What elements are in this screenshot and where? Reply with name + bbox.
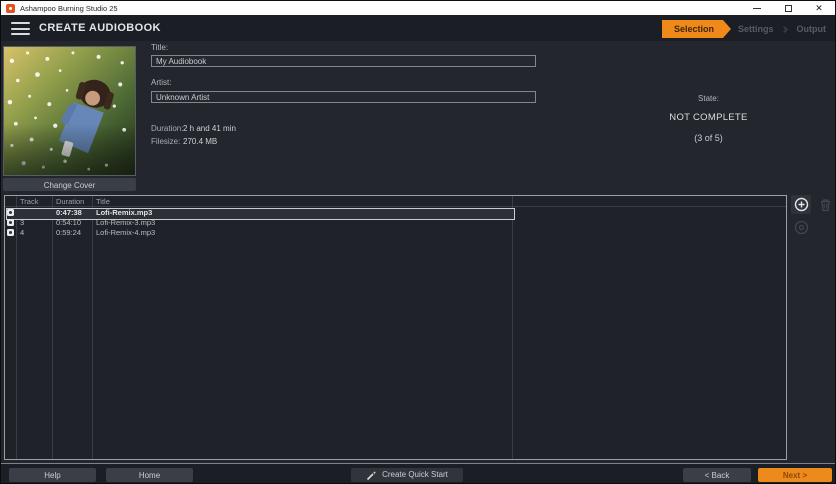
duration-label: Duration: — [151, 124, 184, 133]
column-header-title[interactable]: Title — [96, 197, 110, 206]
chevron-right-icon — [780, 25, 788, 33]
create-quick-start-button[interactable]: Create Quick Start — [351, 468, 463, 482]
state-progress: (3 of 5) — [694, 133, 723, 143]
state-label: State: — [698, 94, 719, 103]
header-bar: CREATE AUDIOBOOK Selection Settings Output — [1, 15, 835, 41]
add-track-button[interactable] — [791, 195, 811, 214]
close-button[interactable]: ✕ — [812, 2, 826, 14]
create-quick-start-label: Create Quick Start — [382, 470, 448, 479]
table-header: Track Duration Title — [5, 196, 786, 207]
breadcrumb: Selection Settings Output — [662, 20, 833, 38]
change-cover-button[interactable]: Change Cover — [3, 178, 136, 191]
footer-bar: Help Home Create Quick Start < Back Next… — [1, 463, 835, 483]
filesize-label: Filesize: — [151, 137, 181, 146]
quick-start-wand-icon — [367, 470, 377, 480]
state-panel: State: NOT COMPLETE (3 of 5) — [621, 94, 796, 143]
maximize-button[interactable] — [781, 2, 795, 14]
duration-cell: 0:54:10 — [56, 218, 82, 227]
title-cell: Lofi-Remix-3.mp3 — [96, 218, 156, 227]
artist-label: Artist: — [151, 78, 172, 87]
next-button[interactable]: Next > — [758, 468, 832, 482]
plus-circle-icon — [794, 197, 808, 212]
step-settings[interactable]: Settings — [731, 20, 781, 38]
column-header-track[interactable]: Track — [20, 197, 38, 206]
duration-cell: 0:47:38 — [56, 208, 82, 217]
track-number-cell: 4 — [20, 228, 25, 237]
column-header-duration[interactable]: Duration — [56, 197, 84, 206]
step-selection[interactable]: Selection — [662, 20, 731, 38]
help-button[interactable]: Help — [9, 468, 96, 482]
disc-icon — [794, 220, 808, 235]
titlebar: Ashampoo Burning Studio 25 ✕ — [1, 1, 835, 15]
page-title: CREATE AUDIOBOOK — [39, 22, 161, 34]
trash-icon — [821, 198, 830, 211]
window-controls: ✕ — [750, 2, 826, 14]
window-title: Ashampoo Burning Studio 25 — [20, 3, 118, 13]
table-row[interactable]: 0:47:38 Lofi-Remix.mp3 — [5, 208, 786, 220]
audio-file-icon — [7, 229, 14, 236]
title-input[interactable] — [151, 55, 536, 67]
step-output[interactable]: Output — [790, 20, 834, 38]
minimize-button[interactable] — [750, 2, 764, 14]
cover-image — [3, 46, 136, 176]
table-row[interactable]: 4 0:59:24 Lofi-Remix-4.mp3 — [5, 228, 786, 238]
table-rows: 0:47:38 Lofi-Remix.mp3 3 0:54:10 Lofi-Remix-… — [5, 208, 786, 238]
remove-track-button[interactable] — [816, 195, 835, 214]
artist-input[interactable] — [151, 91, 536, 103]
table-row[interactable]: 3 0:54:10 Lofi-Remix-3.mp3 — [5, 218, 786, 228]
duration-cell: 0:59:24 — [56, 228, 82, 237]
cover-panel: Change Cover — [3, 46, 136, 191]
app-logo-icon — [6, 3, 15, 13]
app-window: Ashampoo Burning Studio 25 ✕ CREATE AUDI… — [0, 0, 836, 484]
state-value: NOT COMPLETE — [669, 112, 748, 123]
duration-value: 2 h and 41 min — [183, 124, 236, 133]
title-cell: Lofi-Remix-4.mp3 — [96, 228, 156, 237]
title-label: Title: — [151, 43, 169, 52]
menu-icon[interactable] — [11, 22, 30, 35]
audio-file-icon — [7, 209, 14, 216]
back-button[interactable]: < Back — [683, 468, 751, 482]
disc-button[interactable] — [791, 218, 811, 237]
filesize-value: 270.4 MB — [183, 137, 218, 146]
home-button[interactable]: Home — [106, 468, 193, 482]
track-number-cell: 3 — [20, 218, 25, 227]
track-table: Track Duration Title 0:47:38 Lofi-Remix.m… — [4, 195, 787, 460]
title-cell: Lofi-Remix.mp3 — [96, 208, 153, 217]
audio-file-icon — [7, 219, 14, 226]
